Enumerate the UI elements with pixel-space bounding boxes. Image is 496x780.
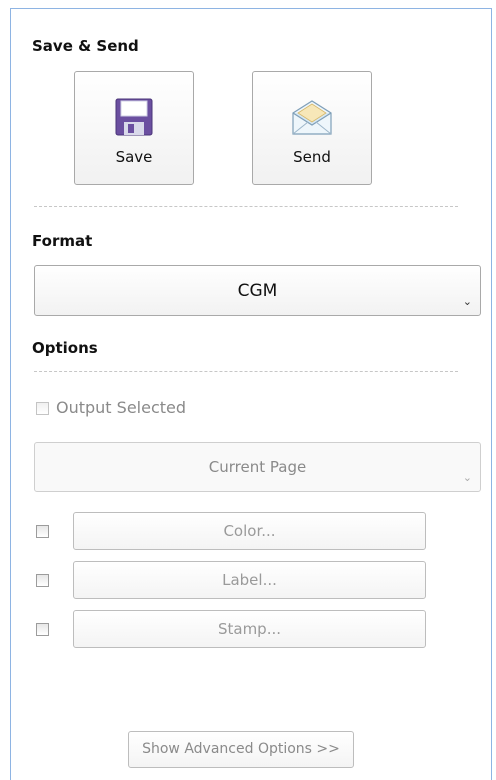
stamp-button[interactable]: Stamp...	[73, 610, 426, 648]
output-selected-checkbox[interactable]	[36, 402, 49, 415]
color-checkbox[interactable]	[36, 525, 49, 538]
save-send-panel: Save & Send Save Send Format CGM ⌄ Optio…	[10, 8, 492, 780]
output-selected-label: Output Selected	[56, 398, 187, 417]
save-send-heading: Save & Send	[32, 37, 139, 55]
save-button-label: Save	[115, 148, 153, 166]
chevron-down-icon: ⌄	[462, 295, 472, 308]
color-button[interactable]: Color...	[73, 512, 426, 550]
show-advanced-options-button[interactable]: Show Advanced Options >>	[128, 731, 354, 768]
page-range-dropdown[interactable]: Current Page ⌄	[34, 442, 481, 492]
format-dropdown[interactable]: CGM ⌄	[34, 265, 481, 316]
floppy-disk-icon	[115, 98, 153, 140]
section-divider	[34, 371, 458, 372]
section-divider	[34, 206, 458, 207]
page-range-selected-value: Current Page	[208, 458, 307, 476]
send-button-label: Send	[293, 148, 331, 166]
format-heading: Format	[32, 232, 93, 250]
options-heading: Options	[32, 339, 98, 357]
save-button[interactable]: Save	[74, 71, 194, 185]
envelope-icon	[290, 98, 334, 140]
label-button[interactable]: Label...	[73, 561, 426, 599]
label-checkbox[interactable]	[36, 574, 49, 587]
stamp-checkbox[interactable]	[36, 623, 49, 636]
format-selected-value: CGM	[237, 281, 278, 301]
chevron-down-icon: ⌄	[462, 471, 472, 484]
send-button[interactable]: Send	[252, 71, 372, 185]
